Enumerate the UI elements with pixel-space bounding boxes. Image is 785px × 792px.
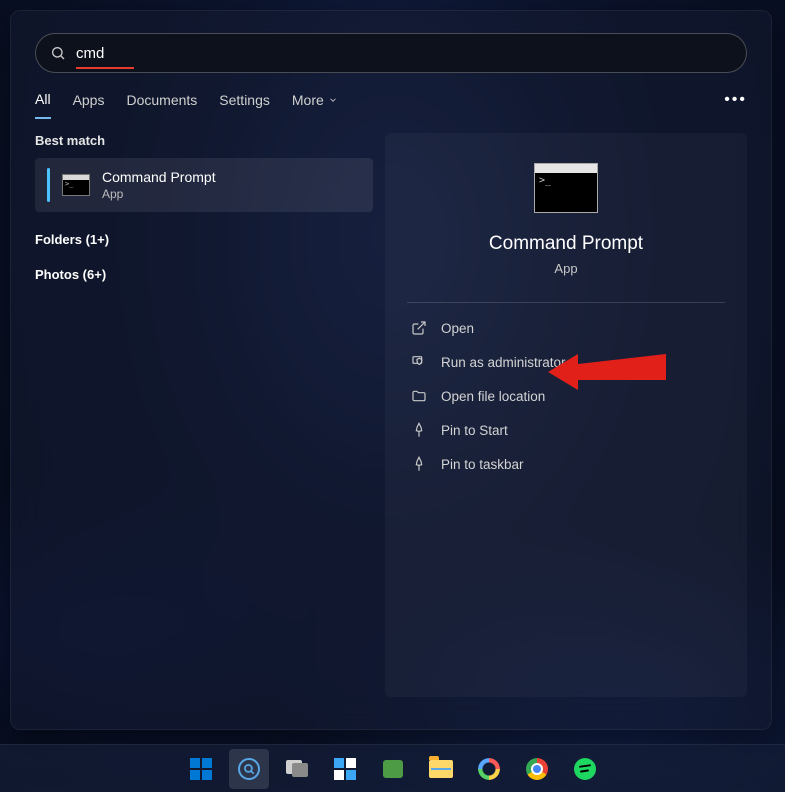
action-run-as-administrator[interactable]: Run as administrator (407, 345, 725, 379)
chrome-icon (526, 758, 548, 780)
folder-icon (429, 760, 453, 778)
app-button-loop[interactable] (469, 749, 509, 789)
match-subtitle: App (102, 187, 216, 201)
shield-icon (411, 354, 427, 370)
spotify-icon (574, 758, 596, 780)
chevron-down-icon (328, 95, 338, 105)
annotation-underline (76, 67, 134, 69)
pin-icon (411, 456, 427, 472)
tab-more[interactable]: More (292, 92, 338, 118)
folder-icon (411, 388, 427, 404)
chrome-button[interactable] (517, 749, 557, 789)
spotify-button[interactable] (565, 749, 605, 789)
overflow-menu-icon[interactable]: ••• (724, 91, 747, 119)
chat-button[interactable] (373, 749, 413, 789)
action-list: Open Run as administrator Open file loca… (407, 311, 725, 481)
divider (407, 302, 725, 303)
action-label: Open file location (441, 389, 545, 404)
start-button[interactable] (181, 749, 221, 789)
search-button[interactable] (229, 749, 269, 789)
tab-all[interactable]: All (35, 91, 51, 119)
task-view-button[interactable] (277, 749, 317, 789)
taskbar (0, 744, 785, 792)
loop-icon (478, 758, 500, 780)
command-prompt-icon (62, 174, 90, 196)
pin-icon (411, 422, 427, 438)
group-folders[interactable]: Folders (1+) (35, 232, 373, 247)
chat-icon (383, 760, 403, 778)
filter-tabs: All Apps Documents Settings More ••• (35, 91, 747, 119)
search-bar[interactable] (35, 33, 747, 73)
file-explorer-button[interactable] (421, 749, 461, 789)
action-pin-to-start[interactable]: Pin to Start (407, 413, 725, 447)
search-icon (50, 45, 66, 61)
preview-title: Command Prompt (489, 233, 643, 255)
action-label: Pin to Start (441, 423, 508, 438)
best-match-item[interactable]: Command Prompt App (35, 158, 373, 212)
preview-pane: Command Prompt App Open Run as administr… (385, 133, 747, 697)
search-icon (238, 758, 260, 780)
windows-logo-icon (190, 758, 212, 780)
action-open[interactable]: Open (407, 311, 725, 345)
action-pin-to-taskbar[interactable]: Pin to taskbar (407, 447, 725, 481)
tab-documents[interactable]: Documents (126, 92, 197, 118)
action-label: Open (441, 321, 474, 336)
tab-apps[interactable]: Apps (73, 92, 105, 118)
action-label: Pin to taskbar (441, 457, 524, 472)
task-view-icon (286, 760, 308, 778)
search-input[interactable] (76, 45, 732, 62)
selection-accent (47, 168, 50, 202)
preview-subtitle: App (554, 261, 577, 276)
start-search-panel: All Apps Documents Settings More ••• Bes… (10, 10, 772, 730)
action-open-file-location[interactable]: Open file location (407, 379, 725, 413)
tab-settings[interactable]: Settings (219, 92, 270, 118)
results-column: Best match Command Prompt App Folders (1… (35, 133, 373, 697)
widgets-button[interactable] (325, 749, 365, 789)
open-external-icon (411, 320, 427, 336)
command-prompt-icon (534, 163, 598, 213)
match-title: Command Prompt (102, 169, 216, 185)
action-label: Run as administrator (441, 355, 566, 370)
group-photos[interactable]: Photos (6+) (35, 267, 373, 282)
widgets-icon (334, 758, 356, 780)
best-match-label: Best match (35, 133, 373, 148)
